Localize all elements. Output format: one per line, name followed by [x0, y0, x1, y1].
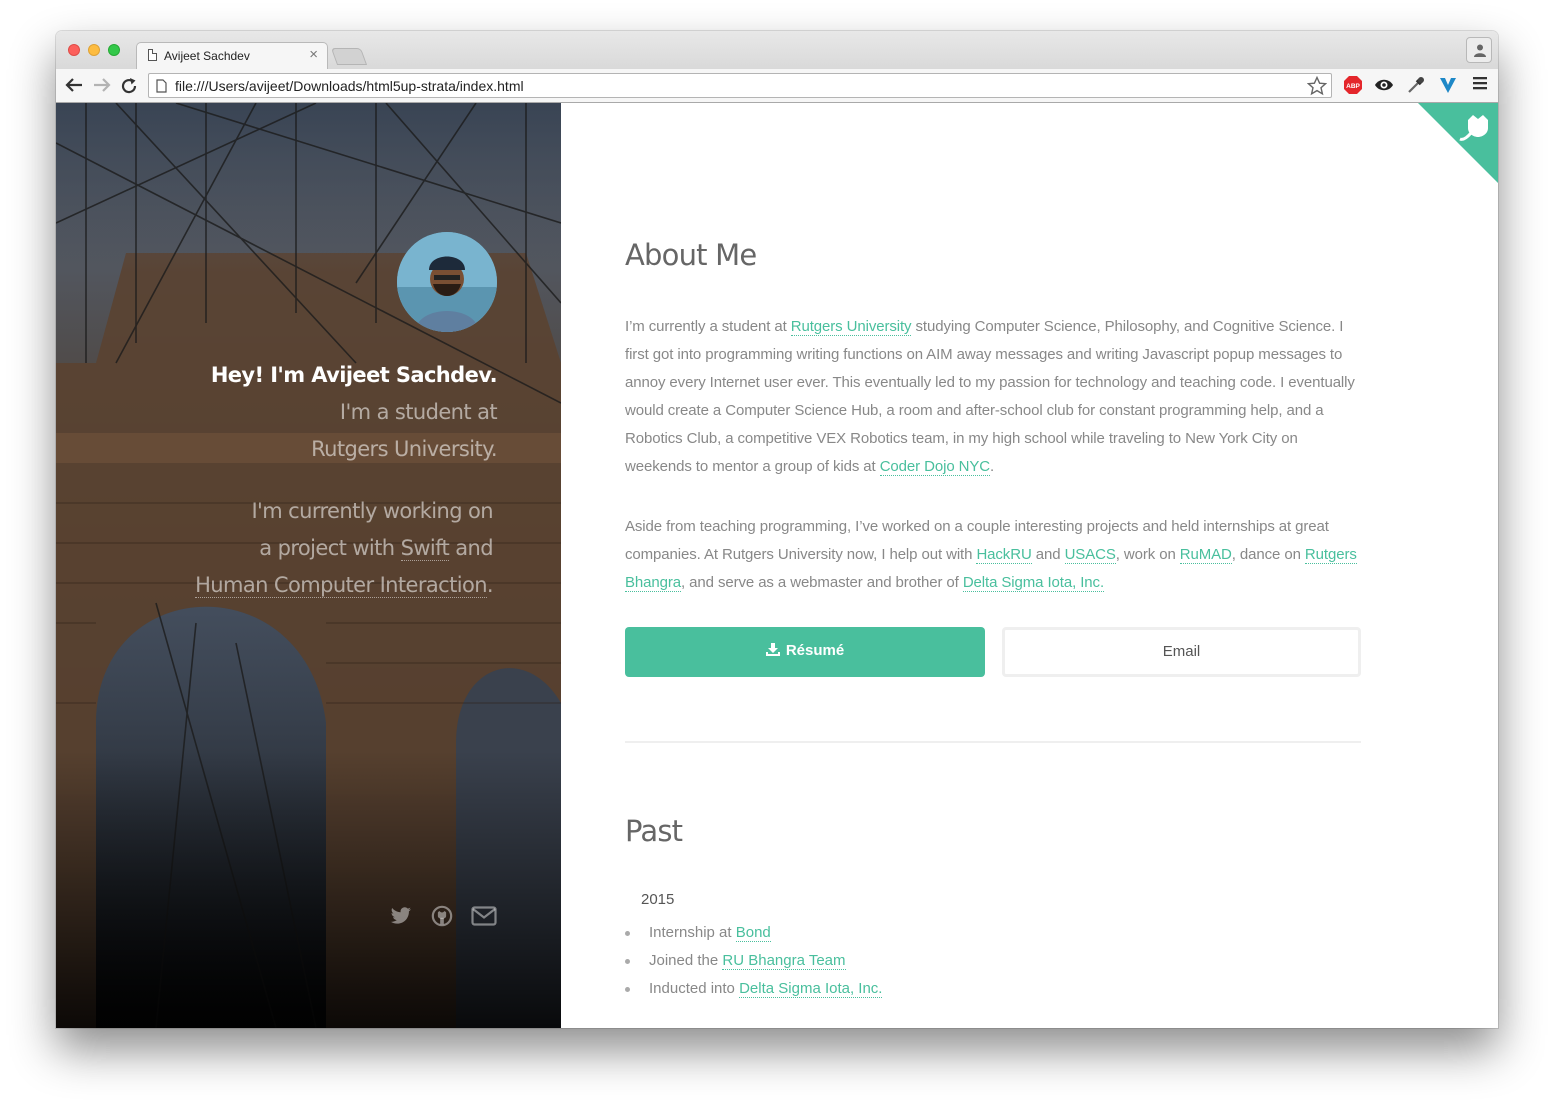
- hero-current-work: I'm currently working on a project with …: [73, 493, 494, 604]
- ru-bhangra-team-link[interactable]: RU Bhangra Team: [722, 952, 846, 970]
- paragraph-text: , and serve as a webmaster and brother o…: [681, 574, 963, 591]
- about-paragraph-1: I’m currently a student at Rutgers Unive…: [625, 313, 1361, 481]
- github-icon[interactable]: [431, 905, 453, 932]
- hero-work-line-3: Human Computer Interaction.: [73, 567, 494, 604]
- email-button[interactable]: Email: [1002, 627, 1361, 677]
- page-icon: [156, 79, 167, 93]
- paragraph-text: , work on: [1115, 546, 1180, 563]
- maximize-window-button[interactable]: [108, 44, 120, 56]
- address-bar[interactable]: file:///Users/avijeet/Downloads/html5up-…: [148, 73, 1332, 98]
- browser-window: Avijeet Sachdev × file:///Users/avijeet/: [56, 31, 1498, 1028]
- list-item-text: Joined the: [649, 952, 723, 969]
- eye-icon[interactable]: [1374, 75, 1394, 95]
- hero-line-3: Rutgers University.: [311, 437, 498, 461]
- paragraph-text: , dance on: [1231, 546, 1305, 563]
- past-heading: Past: [625, 814, 683, 848]
- list-item-text: Internship at: [649, 924, 736, 941]
- minimize-window-button[interactable]: [88, 44, 100, 56]
- page-viewport: Hey! I'm Avijeet Sachdev. I'm a student …: [56, 103, 1498, 1028]
- rutgers-university-link[interactable]: Rutgers University: [790, 318, 912, 336]
- hero-greeting: Hey! I'm Avijeet Sachdev.: [210, 363, 498, 387]
- social-links: [376, 905, 497, 932]
- profile-button[interactable]: [1466, 37, 1492, 63]
- resume-button[interactable]: Résumé: [625, 627, 985, 677]
- coder-dojo-link[interactable]: Coder Dojo NYC: [879, 458, 990, 476]
- paragraph-text: .: [990, 458, 995, 475]
- menu-icon[interactable]: [1472, 75, 1488, 91]
- tab-strip: Avijeet Sachdev ×: [56, 31, 1498, 69]
- hero-sidebar: Hey! I'm Avijeet Sachdev. I'm a student …: [56, 103, 561, 1028]
- person-icon: [1474, 44, 1486, 57]
- browser-toolbar: file:///Users/avijeet/Downloads/html5up-…: [56, 69, 1498, 103]
- paragraph-text: and: [1031, 546, 1065, 563]
- about-heading: About Me: [625, 238, 757, 272]
- new-tab-button[interactable]: [330, 48, 368, 65]
- hero-work-line-2: a project with Swift and: [73, 530, 494, 567]
- hero-line-2: I'm a student at: [339, 400, 498, 424]
- reload-icon[interactable]: [120, 77, 138, 95]
- vimium-icon[interactable]: [1438, 75, 1458, 95]
- hackru-link[interactable]: HackRU: [976, 546, 1032, 564]
- paragraph-text: I’m currently a student at: [625, 318, 791, 335]
- hci-link[interactable]: Human Computer Interaction: [195, 573, 488, 598]
- eyedropper-icon[interactable]: [1406, 75, 1426, 95]
- adblock-plus-icon[interactable]: ABP: [1343, 75, 1363, 95]
- hero-work-text: and: [449, 536, 493, 560]
- page-icon: [148, 49, 157, 61]
- svg-text:ABP: ABP: [1346, 83, 1360, 90]
- back-arrow-icon[interactable]: [65, 77, 83, 93]
- browser-tab[interactable]: Avijeet Sachdev ×: [136, 42, 328, 69]
- forward-arrow-icon[interactable]: [93, 77, 111, 93]
- list-item: Joined the RU Bhangra Team: [625, 947, 882, 975]
- delta-sigma-iota-past-link[interactable]: Delta Sigma Iota, Inc.: [739, 980, 883, 998]
- list-item-text: Inducted into: [649, 980, 740, 997]
- avatar: [397, 232, 497, 332]
- download-icon: [765, 643, 780, 656]
- hero-work-text: .: [486, 573, 494, 597]
- swift-link[interactable]: Swift: [400, 536, 450, 561]
- tab-close-icon[interactable]: ×: [309, 46, 318, 63]
- list-item: Internship at Bond: [625, 919, 882, 947]
- email-icon[interactable]: [471, 906, 497, 931]
- hero-work-text: a project with: [259, 536, 401, 560]
- github-corner-ribbon[interactable]: [1418, 103, 1498, 183]
- usacs-link[interactable]: USACS: [1064, 546, 1116, 564]
- rumad-link[interactable]: RuMAD: [1179, 546, 1232, 564]
- section-divider: [625, 741, 1361, 743]
- paragraph-text: studying Computer Science, Philosophy, a…: [625, 318, 1355, 475]
- past-year: 2015: [641, 891, 675, 908]
- list-item: Inducted into Delta Sigma Iota, Inc.: [625, 975, 883, 1003]
- tab-title: Avijeet Sachdev: [164, 49, 250, 63]
- bookmark-star-icon[interactable]: [1307, 76, 1327, 96]
- past-list: Internship at Bond Joined the RU Bhangra…: [625, 919, 883, 1003]
- main-content: About Me I’m currently a student at Rutg…: [561, 103, 1498, 1028]
- hero-work-line-1: I'm currently working on: [251, 499, 493, 523]
- url-text: file:///Users/avijeet/Downloads/html5up-…: [175, 78, 524, 94]
- about-paragraph-2: Aside from teaching programming, I’ve wo…: [625, 513, 1361, 597]
- delta-sigma-iota-link[interactable]: Delta Sigma Iota, Inc.: [962, 574, 1104, 592]
- resume-label: Résumé: [785, 642, 845, 659]
- avatar-photo: [397, 232, 497, 332]
- hero-intro: Hey! I'm Avijeet Sachdev. I'm a student …: [77, 357, 498, 468]
- bond-link[interactable]: Bond: [735, 924, 771, 942]
- close-window-button[interactable]: [68, 44, 80, 56]
- twitter-icon[interactable]: [390, 907, 412, 930]
